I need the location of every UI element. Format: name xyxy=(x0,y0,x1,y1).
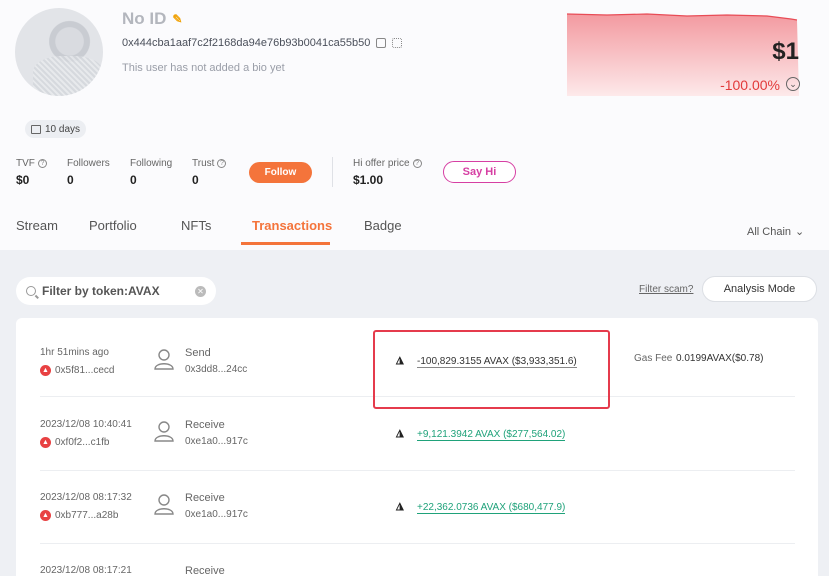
transaction-row[interactable]: 2023/12/08 08:17:21 Receive xyxy=(16,544,818,576)
transaction-row[interactable]: 2023/12/08 10:40:41 ▲ 0xf0f2...c1fb Rece… xyxy=(16,398,818,472)
search-icon xyxy=(26,286,36,296)
account-age-badge: 10 days xyxy=(25,120,87,138)
gas-fee-label: Gas Fee xyxy=(634,353,673,364)
stat-followers-label: Followers xyxy=(67,158,110,169)
stat-trust: Trust? 0 xyxy=(192,158,227,187)
avalanche-icon: ▲ xyxy=(40,365,51,376)
tab-nfts[interactable]: NFTs xyxy=(181,218,211,246)
avax-token-icon: ◮ xyxy=(396,501,404,512)
help-icon[interactable]: ? xyxy=(217,159,227,168)
tx-hash[interactable]: ▲ 0x5f81...cecd xyxy=(40,365,114,376)
filter-scam-link[interactable]: Filter scam? xyxy=(639,284,693,295)
tx-type: Send xyxy=(185,347,211,359)
tx-hash-text[interactable]: 0x5f81...cecd xyxy=(55,365,114,376)
tx-hash[interactable]: ▲ 0xf0f2...c1fb xyxy=(40,437,109,448)
profile-bio: This user has not added a bio yet xyxy=(122,62,285,74)
copy-icon[interactable] xyxy=(376,38,387,48)
chain-filter-dropdown[interactable]: All Chain ⌄ xyxy=(747,225,805,239)
token-filter-value[interactable]: Filter by token:AVAX xyxy=(42,284,189,298)
user-icon xyxy=(154,349,174,370)
tx-type: Receive xyxy=(185,492,225,504)
token-price: $1 xyxy=(772,38,799,65)
tx-counterparty[interactable]: 0xe1a0...917c xyxy=(185,436,248,447)
user-icon xyxy=(154,494,174,515)
tx-time: 2023/12/08 08:17:32 xyxy=(40,492,132,503)
price-change: -100.00% xyxy=(720,77,780,93)
tx-type: Receive xyxy=(185,419,225,431)
follow-button[interactable]: Follow xyxy=(249,162,312,183)
hi-offer-value: $1.00 xyxy=(353,173,384,187)
transaction-row[interactable]: 2023/12/08 08:17:32 ▲ 0xb777...a28b Rece… xyxy=(16,471,818,545)
tab-stream[interactable]: Stream xyxy=(16,218,58,246)
stat-followers-value: 0 xyxy=(67,173,74,187)
divider xyxy=(332,157,333,187)
stat-trust-label: Trust xyxy=(192,158,215,169)
hi-offer-label: Hi offer price xyxy=(353,158,410,169)
stat-followers[interactable]: Followers 0 xyxy=(67,158,110,187)
tx-type: Receive xyxy=(185,565,225,576)
token-filter-input[interactable]: Filter by token:AVAX ✕ xyxy=(16,277,216,305)
stat-following-value: 0 xyxy=(130,173,137,187)
account-age-text: 10 days xyxy=(45,123,81,135)
tx-time: 2023/12/08 10:40:41 xyxy=(40,419,132,430)
gas-fee-value: 0.0199AVAX($0.78) xyxy=(676,353,764,364)
wallet-address: 0x444cba1aaf7c2f2168da94e76b93b0041ca55b… xyxy=(122,37,403,49)
stat-tvf: TVF? $0 xyxy=(16,158,47,187)
stat-tvf-label: TVF xyxy=(16,158,35,169)
tx-hash-text[interactable]: 0xf0f2...c1fb xyxy=(55,437,109,448)
tx-hash-text[interactable]: 0xb777...a28b xyxy=(55,510,118,521)
stat-hi-offer: Hi offer price? $1.00 xyxy=(353,158,422,187)
help-icon[interactable]: ? xyxy=(37,159,47,168)
active-tab-indicator xyxy=(241,242,330,245)
chevron-down-icon[interactable]: ⌄ xyxy=(786,77,800,91)
avax-token-icon: ◮ xyxy=(396,428,404,439)
tx-counterparty[interactable]: 0xe1a0...917c xyxy=(185,509,248,520)
stat-tvf-value: $0 xyxy=(16,173,30,187)
say-hi-button[interactable]: Say Hi xyxy=(443,161,516,183)
user-icon xyxy=(154,421,174,442)
profile-name: No ID ✎ xyxy=(122,9,182,29)
help-icon[interactable]: ? xyxy=(412,159,422,168)
tab-portfolio[interactable]: Portfolio xyxy=(89,218,137,246)
stat-following[interactable]: Following 0 xyxy=(130,158,172,187)
stat-trust-value: 0 xyxy=(192,173,199,187)
profile-header: No ID ✎ 0x444cba1aaf7c2f2168da94e76b93b0… xyxy=(0,0,829,250)
tx-counterparty[interactable]: 0x3dd8...24cc xyxy=(185,364,247,375)
tx-hash[interactable]: ▲ 0xb777...a28b xyxy=(40,510,118,521)
analysis-mode-button[interactable]: Analysis Mode xyxy=(702,276,817,302)
edit-name-icon[interactable]: ✎ xyxy=(172,12,182,26)
wallet-address-text: 0x444cba1aaf7c2f2168da94e76b93b0041ca55b… xyxy=(122,37,371,49)
avalanche-icon: ▲ xyxy=(40,510,51,521)
calendar-icon xyxy=(31,124,41,134)
chain-filter-label: All Chain xyxy=(747,225,792,238)
tx-time: 2023/12/08 08:17:21 xyxy=(40,565,132,576)
tab-badge[interactable]: Badge xyxy=(364,218,402,246)
highlight-box xyxy=(373,330,610,409)
avalanche-icon: ▲ xyxy=(40,437,51,448)
tx-time: 1hr 51mins ago xyxy=(40,347,109,358)
tx-amount[interactable]: +9,121.3942 AVAX ($277,564.02) xyxy=(417,429,566,441)
qr-code-icon[interactable] xyxy=(392,38,403,48)
profile-name-text: No ID xyxy=(122,9,167,28)
chevron-down-icon: ⌄ xyxy=(795,226,805,238)
tx-amount[interactable]: +22,362.0736 AVAX ($680,477.9) xyxy=(417,502,566,514)
profile-tabs: Stream Portfolio NFTs Transactions Badge xyxy=(0,218,829,246)
clear-icon[interactable]: ✕ xyxy=(195,285,206,297)
stat-following-label: Following xyxy=(130,158,173,169)
avatar[interactable] xyxy=(15,8,103,96)
